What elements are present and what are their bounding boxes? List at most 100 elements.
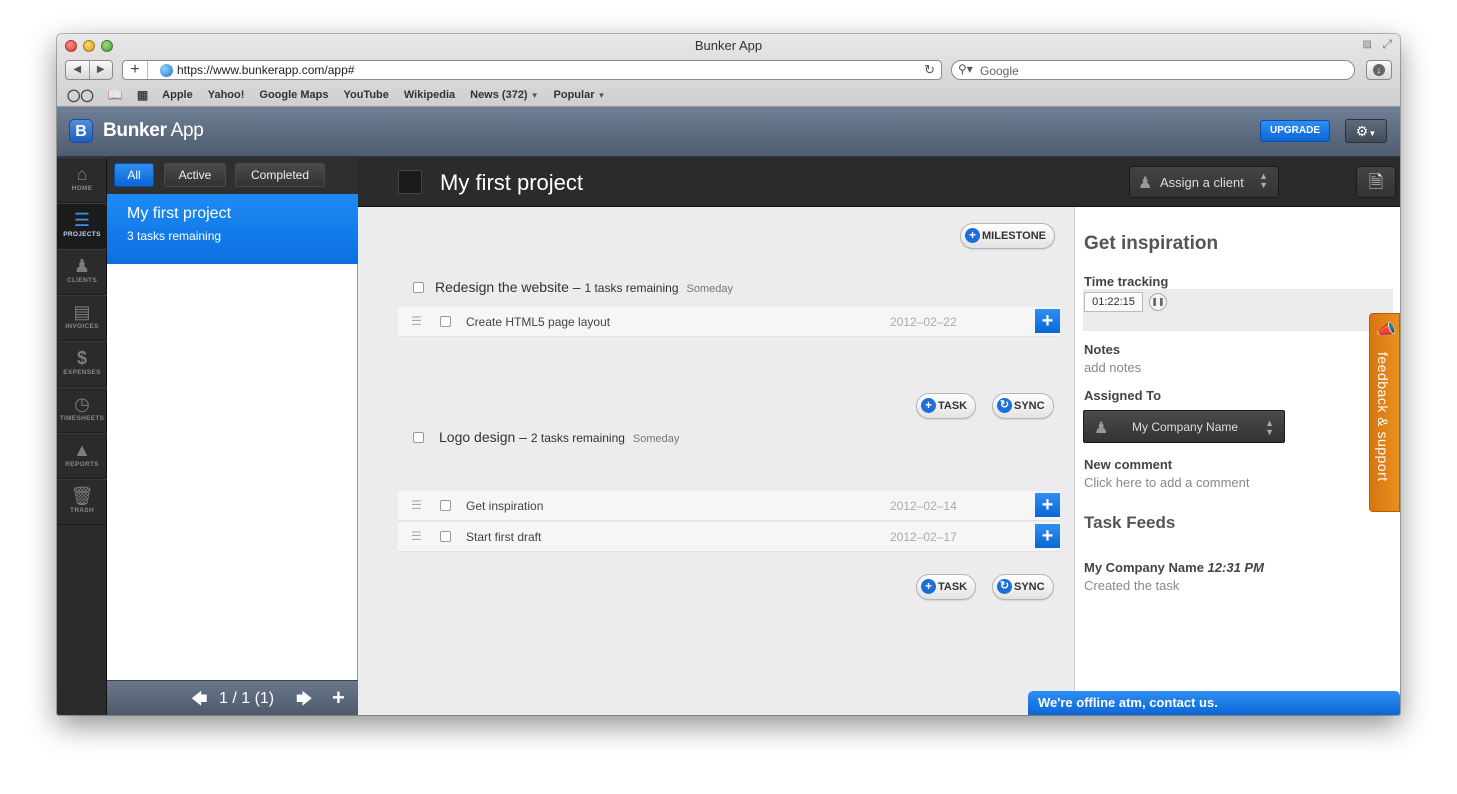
add-project-button[interactable]: + — [332, 685, 345, 711]
bookmark-popular[interactable]: Popular ▼ — [554, 89, 606, 101]
task-name[interactable]: Get inspiration — [466, 499, 543, 513]
milestone-checkbox[interactable] — [413, 282, 424, 293]
back-forward-buttons: ◀ ▶ — [65, 60, 113, 80]
browser-chrome: Bunker App ▨ ⤢ ◀ ▶ + https://www.bunkera… — [57, 34, 1400, 107]
bookmark-google-maps[interactable]: Google Maps — [259, 89, 328, 101]
project-complete-checkbox[interactable] — [398, 170, 422, 194]
sync-button[interactable]: ↻ SYNC — [992, 574, 1054, 600]
add-subtask-button[interactable]: + — [1035, 493, 1060, 517]
nav-label: TRASH — [70, 507, 94, 514]
reading-list-icon[interactable]: ◯◯ — [67, 88, 94, 102]
bookmarks-icon[interactable]: 📖 — [108, 88, 123, 102]
search-placeholder: Google — [980, 64, 1019, 78]
filter-completed-button[interactable]: Completed — [235, 163, 325, 187]
milestone-remaining: 1 tasks remaining — [584, 281, 679, 295]
time-value[interactable]: 01:22:15 — [1084, 292, 1143, 312]
add-subtask-button[interactable]: + — [1035, 309, 1060, 333]
reload-icon[interactable]: ↻ — [924, 62, 935, 78]
next-page-icon[interactable]: 🡆 — [296, 688, 313, 715]
feedback-tab[interactable]: 📣 feedback & support — [1369, 313, 1400, 512]
add-bookmark-button[interactable]: + — [123, 61, 148, 79]
url-text[interactable]: https://www.bunkerapp.com/app# — [177, 63, 354, 77]
filter-all-button[interactable]: All — [114, 163, 154, 187]
task-name[interactable]: Create HTML5 page layout — [466, 315, 610, 329]
project-list-item[interactable]: My first project 3 tasks remaining — [107, 194, 358, 264]
task-checkbox[interactable] — [440, 500, 451, 511]
bookmarks-bar: ◯◯ 📖 ▦ Apple Yahoo! Google Maps YouTube … — [67, 86, 620, 104]
task-checkbox[interactable] — [440, 316, 451, 327]
task-label: TASK — [938, 581, 968, 593]
invoice-icon: ▤ — [73, 302, 91, 322]
nav-trash[interactable]: 🗑 TRASH — [57, 479, 107, 525]
assign-client-select[interactable]: ♟ Assign a client ▲ ▼ — [1129, 166, 1279, 198]
milestone-remaining: 2 tasks remaining — [530, 431, 625, 445]
logo-icon[interactable]: B — [69, 119, 93, 143]
sync-button[interactable]: ↻ SYNC — [992, 393, 1054, 419]
top-sites-icon[interactable]: ▦ — [137, 88, 148, 102]
milestone-name[interactable]: Logo design — [439, 429, 515, 445]
milestone-due[interactable]: Someday — [687, 283, 733, 295]
upgrade-button[interactable]: UPGRADE — [1260, 120, 1330, 142]
comment-field[interactable]: Click here to add a comment — [1084, 475, 1249, 490]
task-label: TASK — [938, 400, 968, 412]
bookmark-youtube[interactable]: YouTube — [343, 89, 388, 101]
forward-button[interactable]: ▶ — [90, 61, 113, 79]
nav-reports[interactable]: ▲ REPORTS — [57, 433, 107, 479]
task-row[interactable]: ☰ Get inspiration 2012–02–14 + — [398, 491, 1060, 521]
search-input[interactable]: ⚲▾ Google — [951, 60, 1355, 80]
pause-icon[interactable]: ❚❚ — [1149, 293, 1167, 311]
milestone-checkbox[interactable] — [413, 432, 424, 443]
nav-expenses[interactable]: $ EXPENSES — [57, 341, 107, 387]
app-name-bold: Bunker — [103, 120, 167, 141]
milestone-name[interactable]: Redesign the website — [435, 279, 569, 295]
drag-handle-icon[interactable]: ☰ — [411, 498, 422, 512]
add-document-button[interactable]: 🗎 — [1356, 166, 1396, 198]
task-row[interactable]: ☰ Start first draft 2012–02–17 + — [398, 522, 1060, 552]
add-task-button[interactable]: + TASK — [916, 574, 977, 600]
nav-label: HOME — [71, 185, 93, 192]
notes-field[interactable]: add notes — [1084, 360, 1141, 375]
prev-page-icon[interactable]: 🡄 — [191, 688, 208, 715]
task-detail-panel: Get inspiration Time tracking 01:22:15 ❚… — [1074, 207, 1400, 715]
bookmark-apple[interactable]: Apple — [162, 89, 193, 101]
drag-handle-icon[interactable]: ☰ — [411, 314, 422, 328]
nav-label: CLIENTS — [67, 277, 97, 284]
nav-home[interactable]: ⌂ HOME — [57, 157, 107, 203]
person-icon: ♟ — [1094, 420, 1109, 437]
globe-icon — [160, 64, 173, 77]
nav-clients[interactable]: ♟ CLIENTS — [57, 249, 107, 295]
bookmark-yahoo[interactable]: Yahoo! — [208, 89, 245, 101]
bookmark-wikipedia[interactable]: Wikipedia — [404, 89, 455, 101]
browser-window: Bunker App ▨ ⤢ ◀ ▶ + https://www.bunkera… — [57, 34, 1400, 715]
back-button[interactable]: ◀ — [66, 61, 90, 79]
task-detail-title: Get inspiration — [1084, 233, 1219, 254]
add-milestone-button[interactable]: + MILESTONE — [960, 223, 1055, 249]
milestone-due[interactable]: Someday — [633, 433, 679, 445]
bookmark-news[interactable]: News (372) ▼ — [470, 89, 538, 101]
main-nav: ⌂ HOME ☰ PROJECTS ♟ CLIENTS ▤ INVOICES $… — [57, 157, 107, 715]
notes-label: Notes — [1084, 342, 1121, 357]
milestone-title: Logo design – 2 tasks remaining Someday — [439, 429, 680, 445]
nav-label: EXPENSES — [63, 369, 101, 376]
add-task-button[interactable]: + TASK — [916, 393, 977, 419]
plus-icon: + — [965, 227, 980, 243]
downloads-button[interactable]: ↓ — [1366, 60, 1392, 80]
nav-invoices[interactable]: ▤ INVOICES — [57, 295, 107, 341]
nav-projects[interactable]: ☰ PROJECTS — [57, 203, 107, 249]
drag-handle-icon[interactable]: ☰ — [411, 529, 422, 543]
offline-chat-bar[interactable]: We're offline atm, contact us. — [1028, 691, 1400, 715]
time-tracking-label: Time tracking — [1084, 274, 1169, 289]
task-name[interactable]: Start first draft — [466, 530, 541, 544]
updown-arrows-icon: ▲ ▼ — [1259, 171, 1268, 190]
address-bar[interactable]: + https://www.bunkerapp.com/app# ↻ — [122, 60, 942, 80]
fullscreen-icon[interactable]: ⤢ — [1382, 37, 1392, 52]
task-row[interactable]: ☰ Create HTML5 page layout 2012–02–22 + — [398, 307, 1060, 337]
nav-timesheets[interactable]: ◷ TIMESHEETS — [57, 387, 107, 433]
task-date: 2012–02–17 — [890, 530, 957, 544]
settings-button[interactable]: ⚙▼ — [1345, 119, 1387, 143]
milestone-title: Redesign the website – 1 tasks remaining… — [435, 279, 733, 295]
assigned-to-select[interactable]: ♟ My Company Name ▲ ▼ — [1083, 410, 1285, 443]
add-subtask-button[interactable]: + — [1035, 524, 1060, 548]
filter-active-button[interactable]: Active — [164, 163, 226, 187]
task-checkbox[interactable] — [440, 531, 451, 542]
